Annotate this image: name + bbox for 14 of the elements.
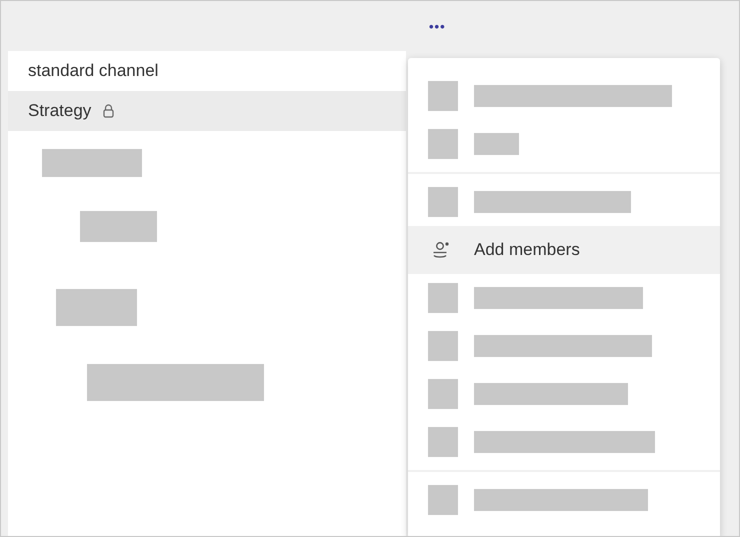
redacted-icon	[428, 379, 458, 409]
add-members-menu-item[interactable]: Add members	[408, 226, 720, 274]
add-person-icon	[431, 240, 451, 260]
more-options-button[interactable]: •••	[425, 18, 450, 34]
redacted-label	[474, 133, 519, 155]
channel-item[interactable]: Strategy	[8, 91, 406, 131]
redacted-icon	[428, 427, 458, 457]
redacted-icon	[428, 283, 458, 313]
redacted-icon	[428, 129, 458, 159]
redacted-icon	[428, 485, 458, 515]
redacted-icon	[428, 81, 458, 111]
redacted-icon	[428, 187, 458, 217]
redacted-icon	[428, 331, 458, 361]
channel-item[interactable]: standard channel	[8, 51, 406, 91]
